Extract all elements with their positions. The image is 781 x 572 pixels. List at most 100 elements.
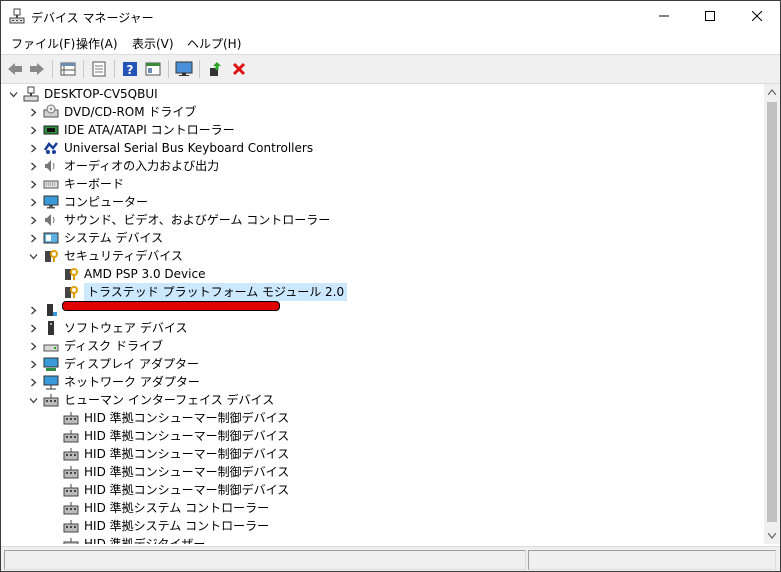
tree-item-disk-drives[interactable]: ディスク ドライブ [27,337,163,355]
menu-action[interactable]: 操作(A) [76,35,118,52]
menu-view[interactable]: 表示(V) [132,35,174,52]
tree-item-hid-child[interactable]: HID 準拠コンシューマー制御デバイス [63,445,289,463]
close-button[interactable] [734,1,780,31]
expand-chevron-icon[interactable] [27,355,39,373]
computer-network-icon [23,86,39,102]
computer-icon [43,194,59,210]
device-manager-window: デバイス マネージャー ファイル(F) 操作(A) 表示(V) ヘルプ(H) ?… [0,0,781,572]
forward-button[interactable] [27,59,47,79]
maximize-button[interactable] [687,1,733,31]
tree-item-hid-child[interactable]: HID 準拠コンシューマー制御デバイス [63,463,289,481]
software-device-icon [43,320,59,336]
scrollbar-thumb[interactable] [767,102,777,522]
monitor-icon [175,61,193,76]
hid-icon [63,464,79,480]
vertical-scrollbar[interactable] [764,84,780,544]
scroll-up-arrow-icon[interactable] [764,84,780,100]
ide-controller-icon [43,122,59,138]
tree-item-label: HID 準拠コンシューマー制御デバイス [84,411,290,425]
tree-item-software-devices[interactable]: ソフトウェア デバイス [27,319,187,337]
collapse-chevron-icon[interactable] [27,247,39,265]
expand-chevron-icon[interactable] [27,319,39,337]
tree-item-label: Universal Serial Bus Keyboard Controller… [64,141,314,155]
tree-root-label: DESKTOP-CV5QBUI [44,87,158,101]
sheet-button[interactable] [89,59,109,79]
disk-drive-icon [43,338,59,354]
tree-item-usb-keyboard-controllers[interactable]: Universal Serial Bus Keyboard Controller… [27,139,313,157]
dvd-drive-icon [43,104,59,120]
properties-view-button[interactable] [58,59,78,79]
toolbar-separator [199,60,200,78]
expand-chevron-icon[interactable] [27,103,39,121]
update-driver-button[interactable] [205,59,225,79]
expand-chevron-icon[interactable] [27,175,39,193]
close-icon [752,11,762,21]
minimize-button[interactable] [641,1,687,31]
expand-chevron-icon[interactable] [27,121,39,139]
tree-item-hid[interactable]: ヒューマン インターフェイス デバイス [27,391,274,409]
tree-item-label: ディスプレイ アダプター [64,357,199,371]
expand-chevron-icon[interactable] [27,229,39,247]
red-annotation-stroke [62,301,280,311]
menu-help[interactable]: ヘルプ(H) [187,35,241,52]
tree-item-security-devices[interactable]: セキュリティデバイス [27,247,183,265]
tree-item-computer[interactable]: コンピューター [27,193,148,211]
collapse-chevron-icon[interactable] [7,85,19,103]
tree-item-display-adapters[interactable]: ディスプレイ アダプター [27,355,199,373]
help-button[interactable]: ? [120,59,140,79]
window-title: デバイス マネージャー [31,11,154,25]
expand-chevron-icon[interactable] [27,139,39,157]
tree-item-label: HID 準拠コンシューマー制御デバイス [84,465,290,479]
uninstall-device-button[interactable] [229,59,249,79]
tree-item-obscured[interactable] [27,301,64,319]
tree-item-label: HID 準拠コンシューマー制御デバイス [84,429,290,443]
tree-root[interactable]: DESKTOP-CV5QBUI [7,85,158,103]
tree-item-system-devices[interactable]: システム デバイス [27,229,163,247]
back-arrow-icon [8,63,22,75]
back-button[interactable] [5,59,25,79]
tree-item-hid-child[interactable]: HID 準拠コンシューマー制御デバイス [63,427,289,445]
tree-item-label: サウンド、ビデオ、およびゲーム コントローラー [64,213,331,227]
tree-item-ide[interactable]: IDE ATA/ATAPI コントローラー [27,121,235,139]
speaker-icon [43,212,59,228]
scan-hardware-button[interactable] [174,59,194,79]
tree-item-hid-child[interactable]: HID 準拠システム コントローラー [63,517,269,535]
tree-item-label: オーディオの入力および出力 [64,159,220,173]
tree-item-label: キーボード [64,177,125,191]
maximize-icon [705,11,715,21]
tree-item-label: ネットワーク アダプター [64,375,200,389]
device-manager-app-icon [9,8,25,24]
scroll-down-arrow-icon[interactable] [764,528,780,544]
tree-item-audio-io[interactable]: オーディオの入力および出力 [27,157,219,175]
tree-item-network-adapters[interactable]: ネットワーク アダプター [27,373,200,391]
expand-chevron-icon[interactable] [27,373,39,391]
menu-file[interactable]: ファイル(F) [11,35,75,52]
expand-chevron-icon[interactable] [27,157,39,175]
tree-item-sound-video-game[interactable]: サウンド、ビデオ、およびゲーム コントローラー [27,211,330,229]
expand-chevron-icon[interactable] [27,337,39,355]
tree-item-hid-child[interactable]: HID 準拠コンシューマー制御デバイス [63,481,289,499]
hid-icon [43,392,59,408]
speaker-icon [43,158,59,174]
tree-item-label: HID 準拠デジタイザー [84,537,206,544]
panel-button[interactable] [143,59,163,79]
tree-item-hid-child[interactable]: HID 準拠システム コントローラー [63,499,269,517]
collapse-chevron-icon[interactable] [27,391,39,409]
security-device-icon [43,248,59,264]
forward-arrow-icon [30,63,44,75]
tree-item-tpm[interactable]: トラステッド プラットフォーム モジュール 2.0 [63,283,348,301]
tree-item-label: ヒューマン インターフェイス デバイス [64,393,275,407]
uninstall-x-icon [232,62,246,76]
tree-item-label: HID 準拠コンシューマー制御デバイス [84,483,290,497]
expand-chevron-icon[interactable] [27,301,39,319]
tree-item-hid-child[interactable]: HID 準拠コンシューマー制御デバイス [63,409,289,427]
tree-item-keyboard[interactable]: キーボード [27,175,124,193]
keyboard-icon [43,176,59,192]
expand-chevron-icon[interactable] [27,193,39,211]
tree-item-hid-child[interactable]: HID 準拠デジタイザー [63,535,205,544]
tree-item-amd-psp[interactable]: AMD PSP 3.0 Device [63,265,205,283]
expand-chevron-icon[interactable] [27,211,39,229]
hid-icon [63,536,79,544]
tree-item-dvd[interactable]: DVD/CD-ROM ドライブ [27,103,196,121]
security-device-icon [63,284,79,300]
